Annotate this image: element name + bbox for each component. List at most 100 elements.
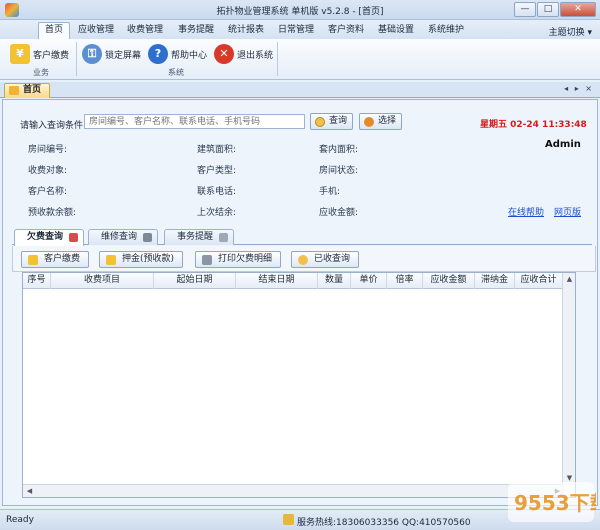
menu-bar: 首页 应收管理 收费管理 事务提醒 统计报表 日常管理 客户资料 基础设置 系统… — [0, 20, 600, 39]
tab-label: 欠费查询 — [27, 232, 64, 242]
help-icon: ? — [148, 44, 168, 64]
ribbon-label: 客户缴费 — [33, 50, 70, 61]
customer-payment-ribbon-button[interactable]: ¥ 客户缴费 — [10, 42, 69, 66]
column-header[interactable]: 起始日期 — [154, 273, 236, 289]
mobile-label: 手机: — [319, 187, 341, 197]
column-header[interactable]: 序号 — [23, 273, 51, 289]
contact-phone-label: 联系电话: — [197, 187, 237, 197]
arrears-toolbar: 客户缴费 押金(预收款) 打印欠费明细 已收查询 — [12, 246, 596, 272]
ribbon-label: 锁定屏幕 — [105, 50, 142, 61]
scroll-up-icon[interactable]: ▲ — [564, 274, 575, 285]
column-header[interactable]: 单价 — [351, 273, 387, 289]
menu-maintenance[interactable]: 系统维护 — [422, 23, 470, 39]
menu-charging[interactable]: 收费管理 — [121, 23, 169, 39]
query-tabs: 欠费查询 维修查询 事务提醒 — [12, 229, 592, 246]
coin-icon — [28, 255, 38, 265]
close-button[interactable]: ✕ — [560, 2, 596, 17]
coin-icon: ¥ — [10, 44, 30, 64]
repair-icon — [143, 233, 153, 242]
maximize-button[interactable]: □ — [537, 2, 559, 17]
lock-screen-button[interactable]: ⚿ 锁定屏幕 — [82, 42, 141, 66]
print-arrears-button[interactable]: 打印欠费明细 — [195, 251, 282, 268]
menu-daily[interactable]: 日常管理 — [272, 23, 320, 39]
customer-name-label: 客户名称: — [28, 187, 68, 197]
column-header[interactable]: 滞纳金 — [475, 273, 515, 289]
menu-receivable[interactable]: 应收管理 — [72, 23, 120, 39]
column-header[interactable]: 结束日期 — [236, 273, 318, 289]
column-header[interactable]: 收费项目 — [51, 273, 154, 289]
ribbon-divider — [76, 42, 77, 76]
printer-icon — [202, 255, 212, 265]
service-hotline: 服务热线:18306033356 QQ:410570560 — [297, 518, 471, 528]
tab-home[interactable]: 首页 — [4, 83, 51, 98]
table-header: 序号 收费项目 起始日期 结束日期 数量 单价 倍率 应收金额 滞纳金 应收合计 — [23, 273, 563, 289]
help-center-button[interactable]: ? 帮助中心 — [148, 42, 207, 66]
deposit-button[interactable]: 押金(预收款) — [99, 251, 184, 268]
select-button-label: 选择 — [378, 116, 397, 126]
vertical-scrollbar[interactable]: ▲ ▼ — [562, 273, 575, 485]
calendar-icon — [219, 233, 229, 242]
group-label-system: 系统 — [168, 68, 184, 77]
tool-label: 已收查询 — [314, 254, 351, 264]
menu-reports[interactable]: 统计报表 — [222, 23, 270, 39]
coin-icon — [106, 255, 116, 265]
site-watermark-logo: 9553下载 — [508, 482, 596, 522]
lock-users-icon: ⚿ — [82, 44, 102, 64]
scroll-left-icon[interactable]: ◀ — [24, 486, 35, 497]
column-header[interactable]: 数量 — [318, 273, 351, 289]
ribbon: ¥ 客户缴费 ⚿ 锁定屏幕 ? 帮助中心 ✕ 退出系统 业务 系统 — [0, 39, 600, 80]
column-header[interactable]: 应收金额 — [423, 273, 475, 289]
customer-type-label: 客户类型: — [197, 166, 237, 176]
title-bar: 拓扑物业管理系统 单机版 v5.2.8 - [首页] — □ ✕ — [0, 0, 600, 20]
document-tab-bar: 首页 ◂ ▸ × — [0, 82, 600, 98]
ribbon-divider — [277, 42, 278, 76]
room-no-label: 房间编号: — [28, 145, 68, 155]
group-label-business: 业务 — [33, 68, 49, 77]
tab-label: 维修查询 — [101, 232, 138, 242]
exit-system-button[interactable]: ✕ 退出系统 — [214, 42, 273, 66]
tab-label: 事务提醒 — [177, 232, 214, 242]
search-button[interactable]: 查询 — [310, 113, 354, 130]
tab-reminders[interactable]: 事务提醒 — [164, 229, 235, 245]
column-header[interactable]: 倍率 — [387, 273, 423, 289]
tool-label: 押金(预收款) — [122, 254, 175, 264]
room-status-label: 房间状态: — [319, 166, 359, 176]
menu-settings[interactable]: 基础设置 — [372, 23, 420, 39]
tab-arrears-query[interactable]: 欠费查询 — [14, 229, 85, 246]
horizontal-scrollbar[interactable]: ◀ ▶ — [23, 484, 564, 497]
menu-reminders[interactable]: 事务提醒 — [172, 23, 220, 39]
minimize-button[interactable]: — — [514, 2, 536, 17]
customer-payment-button[interactable]: 客户缴费 — [21, 251, 90, 268]
current-user: Admin — [545, 139, 581, 150]
tool-label: 客户缴费 — [44, 254, 81, 264]
search-icon — [298, 255, 308, 265]
arrears-icon — [69, 233, 79, 242]
tab-nav-controls[interactable]: ◂ ▸ × — [564, 84, 594, 93]
menu-home[interactable]: 首页 — [38, 22, 71, 39]
received-query-button[interactable]: 已收查询 — [291, 251, 360, 268]
ribbon-label: 帮助中心 — [171, 50, 208, 61]
column-header[interactable]: 应收合计 — [515, 273, 563, 289]
menu-customers[interactable]: 客户资料 — [322, 23, 370, 39]
prepaid-balance-label: 预收款余额: — [28, 208, 77, 218]
search-input[interactable] — [84, 114, 305, 129]
charge-object-label: 收费对象: — [28, 166, 68, 176]
service-icon — [283, 514, 294, 525]
last-settlement-label: 上次结余: — [197, 208, 237, 218]
select-button[interactable]: 选择 — [359, 113, 403, 130]
receivable-amount-label: 应收金额: — [319, 208, 359, 218]
web-version-link[interactable]: 网页版 — [554, 205, 581, 218]
inner-area-label: 套内面积: — [319, 145, 359, 155]
arrears-table[interactable]: 序号 收费项目 起始日期 结束日期 数量 单价 倍率 应收金额 滞纳金 应收合计… — [22, 272, 576, 498]
build-area-label: 建筑面积: — [197, 145, 237, 155]
tool-label: 打印欠费明细 — [218, 254, 273, 264]
online-help-link[interactable]: 在线帮助 — [508, 205, 544, 218]
theme-switch-menu[interactable]: 主题切换 ▾ — [549, 25, 592, 38]
tab-repair-query[interactable]: 维修查询 — [88, 229, 159, 245]
ribbon-label: 退出系统 — [237, 50, 274, 61]
watermark-text: 9553下载 — [514, 491, 596, 515]
exit-icon: ✕ — [214, 44, 234, 64]
home-tab-icon — [9, 86, 19, 95]
window-title: 拓扑物业管理系统 单机版 v5.2.8 - [首页] — [216, 7, 384, 17]
query-label: 请输入查询条件 — [20, 121, 84, 131]
